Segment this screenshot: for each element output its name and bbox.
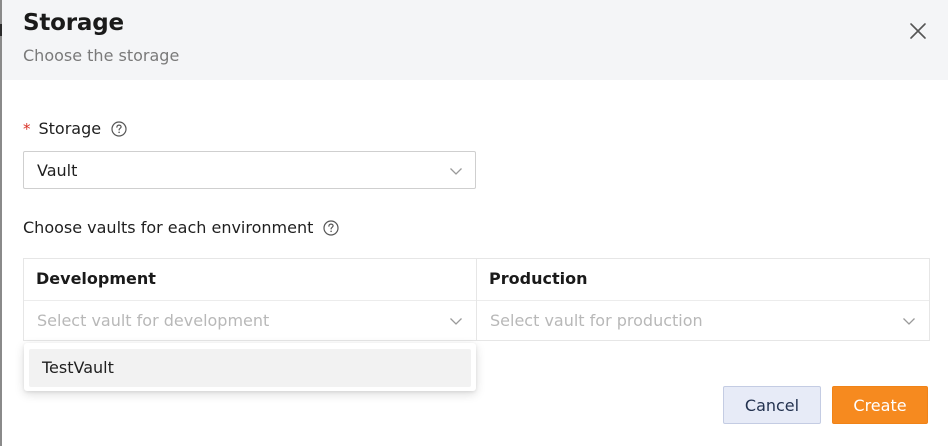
storage-label-text: Storage [38,119,102,138]
dropdown-option-label: TestVault [42,358,114,377]
production-column: Production Select vault for production [477,259,929,340]
required-mark: * [23,119,31,138]
storage-dialog: Storage Choose the storage * Storage Vau… [0,0,948,446]
environments-table: Development Select vault for development… [23,258,930,341]
storage-selected-value: Vault [37,161,78,180]
development-vault-dropdown: TestVault [24,343,476,391]
development-header: Development [24,259,476,301]
dialog-title: Storage [23,10,124,36]
dropdown-option[interactable]: TestVault [29,349,471,387]
production-header-label: Production [489,269,588,288]
chevron-down-icon [450,168,462,175]
storage-label: * Storage [23,119,128,138]
cancel-button[interactable]: Cancel [723,386,821,424]
close-icon [910,23,926,39]
environments-label-text: Choose vaults for each environment [23,218,314,237]
help-icon[interactable] [110,120,128,138]
development-header-label: Development [36,269,156,288]
dialog-subtitle: Choose the storage [23,46,180,65]
dialog-header: Storage Choose the storage [2,0,948,80]
development-vault-placeholder: Select vault for development [37,311,270,330]
create-button[interactable]: Create [832,386,928,424]
production-vault-placeholder: Select vault for production [490,311,703,330]
development-column: Development Select vault for development [24,259,477,340]
close-button[interactable] [906,19,930,43]
help-icon[interactable] [322,219,340,237]
chevron-down-icon [903,318,915,325]
production-vault-select[interactable]: Select vault for production [477,301,929,340]
production-header: Production [477,259,929,301]
storage-select[interactable]: Vault [23,151,476,189]
environments-label: Choose vaults for each environment [23,218,340,237]
chevron-down-icon [450,318,462,325]
development-vault-select[interactable]: Select vault for development [24,301,476,340]
